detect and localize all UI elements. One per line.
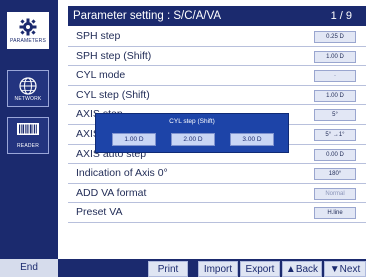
param-row-sph-step-shift[interactable]: SPH step (Shift) 1.00 D bbox=[68, 46, 366, 67]
page-indicator: 1 / 9 bbox=[330, 10, 352, 22]
next-button[interactable]: ▼Next bbox=[324, 261, 366, 277]
end-button[interactable]: End bbox=[0, 259, 58, 277]
param-row-cyl-mode[interactable]: CYL mode - bbox=[68, 66, 366, 86]
sidebar-item-network[interactable]: NETWORK bbox=[7, 70, 49, 107]
sidebar-item-label: READER bbox=[16, 143, 40, 149]
param-value-button[interactable]: 5° bbox=[314, 109, 356, 122]
param-label: ADD VA format bbox=[76, 186, 147, 199]
param-row-indication-axis[interactable]: Indication of Axis 0° 180° bbox=[68, 164, 366, 184]
param-value-button[interactable]: 0.25 D bbox=[314, 31, 356, 43]
param-label: CYL mode bbox=[76, 69, 126, 82]
param-value-button[interactable]: 180° bbox=[314, 168, 356, 181]
sidebar: PARAMETERS NETWORK READER bbox=[0, 0, 58, 277]
param-label: SPH step (Shift) bbox=[76, 49, 152, 62]
param-label: Indication of Axis 0° bbox=[76, 167, 168, 180]
param-value-button[interactable]: Normal bbox=[314, 187, 356, 200]
page-header: Parameter setting : S/C/A/VA 1 / 9 bbox=[68, 6, 366, 26]
export-button[interactable]: Export bbox=[240, 261, 280, 277]
page-title: Parameter setting : S/C/A/VA bbox=[73, 10, 222, 22]
sidebar-item-label: PARAMETERS bbox=[9, 38, 47, 44]
globe-icon bbox=[18, 76, 38, 98]
param-row-sph-step[interactable]: SPH step 0.25 D bbox=[68, 27, 366, 47]
popup-option[interactable]: 2.00 D bbox=[171, 133, 215, 146]
option-popup: CYL step (Shift) 1.00 D 2.00 D 3.00 D bbox=[95, 113, 289, 153]
print-button[interactable]: Print bbox=[148, 261, 188, 277]
back-button[interactable]: ▲Back bbox=[282, 261, 322, 277]
gear-icon bbox=[19, 18, 37, 38]
param-row-preset-va[interactable]: Preset VA H.line bbox=[68, 203, 366, 223]
param-value-button[interactable]: 1.00 D bbox=[314, 89, 356, 102]
import-button[interactable]: Import bbox=[198, 261, 238, 277]
param-value-button[interactable]: 5° →1° bbox=[314, 128, 356, 141]
popup-option[interactable]: 1.00 D bbox=[112, 133, 156, 146]
barcode-icon bbox=[17, 123, 39, 137]
sidebar-item-label: NETWORK bbox=[14, 96, 42, 102]
popup-title: CYL step (Shift) bbox=[169, 118, 215, 125]
param-value-button[interactable]: H.line bbox=[314, 207, 356, 220]
param-row-add-va-format[interactable]: ADD VA format Normal bbox=[68, 183, 366, 204]
popup-option[interactable]: 3.00 D bbox=[230, 133, 274, 146]
sidebar-item-parameters[interactable]: PARAMETERS bbox=[7, 12, 49, 49]
param-label: CYL step (Shift) bbox=[76, 88, 150, 101]
footer-bar: End Print Import Export ▲Back ▼Next bbox=[0, 259, 366, 277]
sidebar-item-reader[interactable]: READER bbox=[7, 117, 49, 154]
param-row-cyl-step-shift[interactable]: CYL step (Shift) 1.00 D bbox=[68, 85, 366, 106]
param-value-button[interactable]: - bbox=[314, 70, 356, 83]
param-value-button[interactable]: 0.00 D bbox=[314, 148, 356, 161]
param-label: SPH step bbox=[76, 30, 121, 42]
param-value-button[interactable]: 1.00 D bbox=[314, 50, 356, 63]
param-label: Preset VA bbox=[76, 206, 123, 219]
